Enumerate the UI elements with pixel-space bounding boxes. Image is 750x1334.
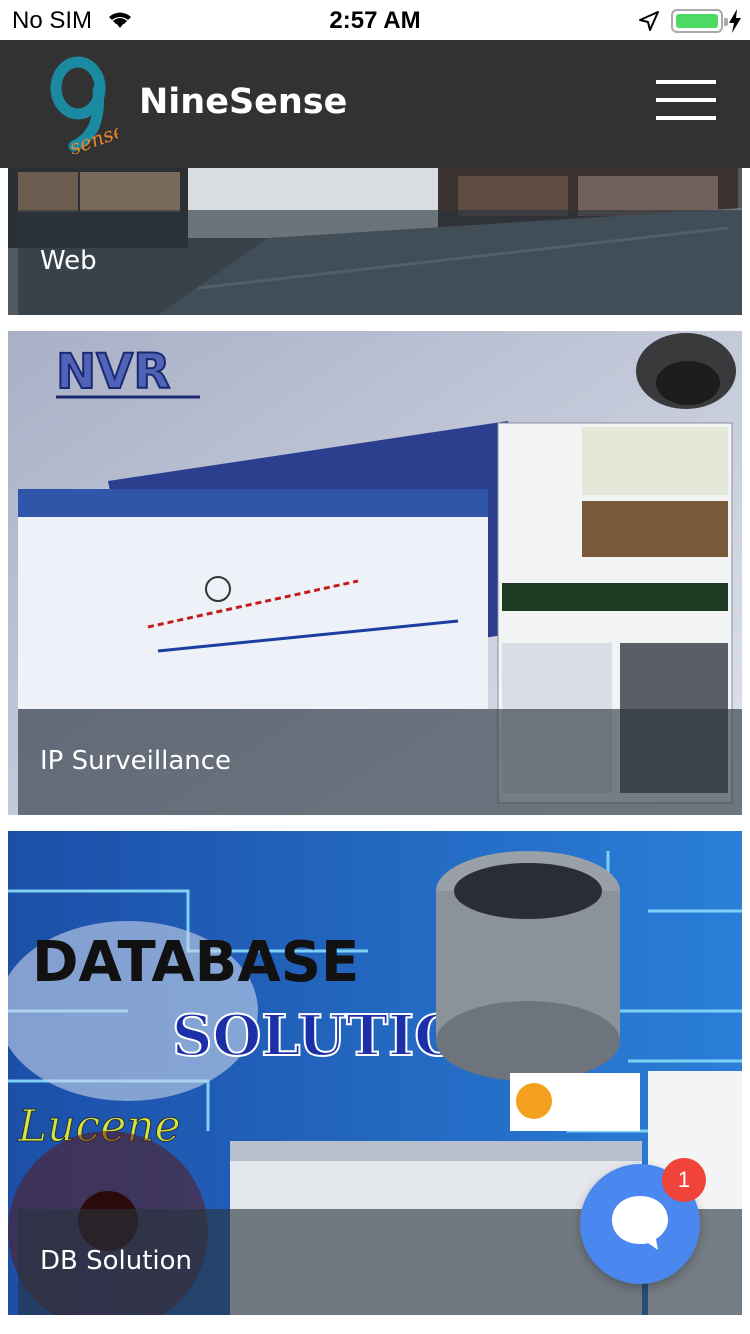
charging-bolt-icon [729, 9, 741, 33]
hamburger-menu-button[interactable] [652, 80, 718, 120]
card-label-bar: Web [18, 210, 742, 315]
chat-bubble-icon [612, 1196, 668, 1250]
card-label-db-solution: DB Solution [40, 1246, 193, 1276]
status-bar: No SIM 2:57 AM [0, 0, 750, 40]
svg-text:NVR: NVR [56, 344, 170, 400]
location-arrow-icon [639, 11, 659, 31]
category-card-ip-surveillance[interactable]: NVR IP Surveillance [8, 331, 742, 815]
card-label-bar: IP Surveillance [18, 709, 742, 815]
svg-text:DATABASE: DATABASE [32, 930, 359, 995]
notification-badge: 1 [662, 1158, 706, 1202]
category-card-web[interactable]: Web [8, 168, 742, 315]
battery-icon [671, 9, 728, 33]
app-header: sense NineSense [0, 40, 750, 168]
brand-title: NineSense [139, 82, 348, 122]
card-label-web: Web [40, 246, 97, 276]
ninesense-logo[interactable]: sense [44, 54, 118, 154]
card-label-ip-surveillance: IP Surveillance [40, 746, 232, 776]
